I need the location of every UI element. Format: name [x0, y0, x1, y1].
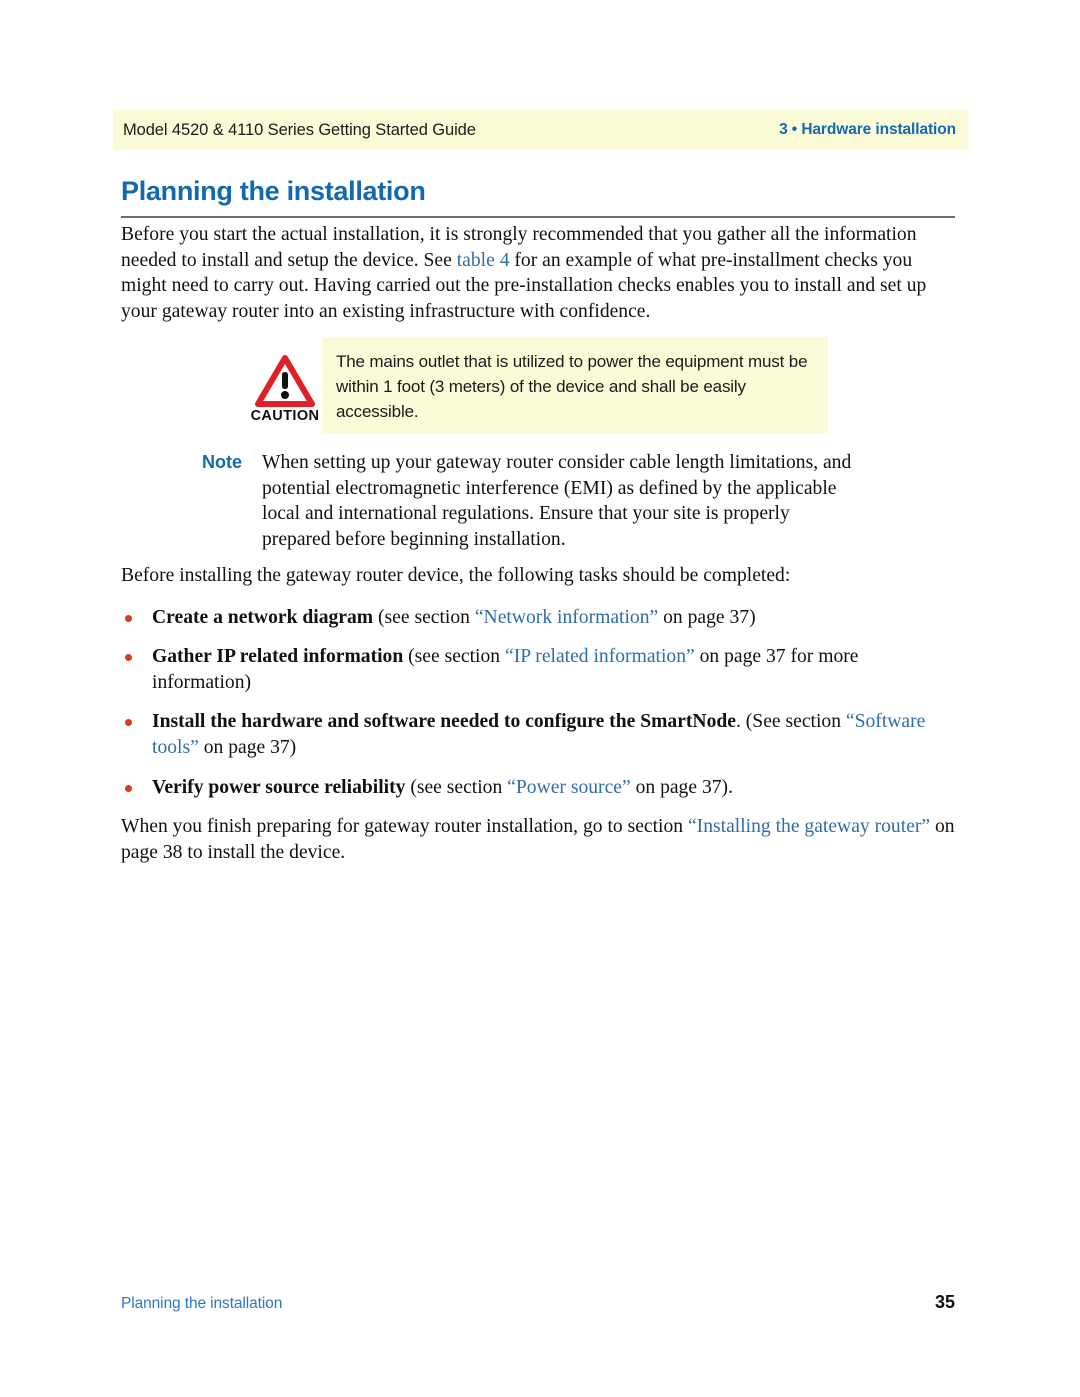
page-number: 35 [934, 1292, 955, 1312]
task-bold-0: Create a network diagram [152, 606, 374, 628]
bullet-icon [125, 719, 132, 727]
bullet-icon [125, 654, 132, 662]
caution-admonition: CAUTION The mains outlet that is utilize… [248, 337, 828, 433]
task-bold-3: Verify power source reliability [152, 776, 406, 798]
tasks-list: Create a network diagram (see section “N… [121, 605, 957, 801]
header-guide-title: Model 4520 & 4110 Series Getting Started… [123, 120, 476, 139]
note-label: Note [202, 452, 242, 472]
task-post-2: on page 37) [198, 736, 297, 758]
power-source-link[interactable]: “Power source” [507, 777, 631, 798]
task-bold-2: Install the hardware and software needed… [152, 711, 736, 733]
warning-triangle-icon [248, 355, 322, 407]
task-pre-0: (see section [373, 606, 475, 628]
caution-text: The mains outlet that is utilized to pow… [336, 352, 808, 421]
installing-the-gateway-router-link[interactable]: “Installing the gateway router” [688, 816, 930, 837]
caution-label: CAUTION [250, 408, 320, 424]
task-post-3: on page 37). [630, 776, 733, 798]
task-pre-1: (see section [403, 646, 505, 668]
caution-text-box: The mains outlet that is utilized to pow… [322, 337, 828, 433]
page-title: Planning the installation [121, 176, 426, 206]
table-4-link[interactable]: table 4 [457, 250, 510, 271]
closing-paragraph: When you finish preparing for gateway ro… [121, 814, 957, 865]
running-header: Model 4520 & 4110 Series Getting Started… [113, 110, 968, 150]
list-item: Verify power source reliability (see sec… [121, 775, 957, 801]
task-pre-3: (see section [405, 776, 508, 798]
note-text: When setting up your gateway router cons… [262, 452, 852, 550]
list-item: Create a network diagram (see section “N… [121, 605, 957, 631]
tasks-lead: Before installing the gateway router dev… [121, 565, 791, 586]
task-pre-2: . (See section [735, 711, 846, 733]
document-page: { "header": { "left_title": "Model 4520 … [0, 0, 1080, 1397]
bullet-icon [125, 784, 132, 792]
note-admonition: Note When setting up your gateway router… [202, 450, 902, 552]
closing-part1: When you finish preparing for gateway ro… [121, 816, 688, 838]
intro-paragraph: Before you start the actual installation… [121, 222, 957, 324]
tasks-section: Before installing the gateway router dev… [121, 563, 957, 865]
list-item: Install the hardware and software needed… [121, 709, 957, 760]
header-chapter-title: 3 • Hardware installation [779, 121, 956, 138]
footer-section-name: Planning the installation [121, 1295, 283, 1312]
list-item: Gather IP related information (see secti… [121, 644, 957, 695]
caution-icon-group: CAUTION [248, 355, 322, 424]
page-footer: Planning the installation 35 [121, 1292, 955, 1313]
intro-section: Before you start the actual installation… [121, 222, 957, 324]
task-post-0: on page 37) [658, 606, 756, 628]
ip-related-information-link[interactable]: “IP related information” [505, 646, 695, 667]
title-divider [121, 216, 955, 218]
bullet-icon [125, 614, 132, 622]
network-information-link[interactable]: “Network information” [475, 607, 658, 628]
task-bold-1: Gather IP related information [152, 646, 404, 668]
